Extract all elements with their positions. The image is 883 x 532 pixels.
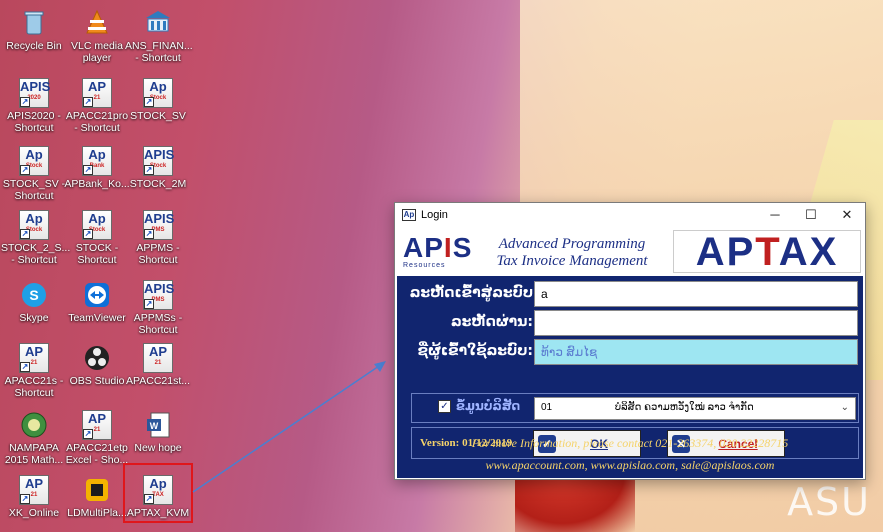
username-label: ລະຫັດເຂົ້າສູ່ລະບົບ	[409, 285, 533, 301]
password-label: ລະຫັດຜ່ານ:	[451, 314, 533, 330]
username-row: ລະຫັດເຂົ້າສູ່ລະບົບ a	[397, 281, 863, 307]
tagline-line2: Tax Invoice Management	[496, 253, 648, 269]
database-checkbox[interactable]: ✓	[438, 400, 451, 413]
dialog-header: APIS Resources Advanced Programming Tax …	[397, 228, 863, 276]
header-tagline: Advanced Programming Tax Invoice Managem…	[492, 236, 652, 270]
title-bar: Ap Login ─ ☐ ✕	[395, 203, 865, 227]
database-group: ✓ ຂໍ້ມູນບໍລິສັດ 01 ບໍລິສັດ ຄວາມຫວັງໃໝ່ ລ…	[411, 393, 859, 423]
app-icon: Ap	[402, 209, 416, 221]
company-code: 01	[541, 402, 553, 413]
logo-text: APIS	[403, 232, 473, 263]
website-info: www.apaccount.com, www.apislao.com, sale…	[485, 458, 775, 472]
company-select[interactable]: 01 ບໍລິສັດ ຄວາມຫວັງໃໝ່ ລາວ ຈໍາກັດ ⌄	[534, 397, 856, 420]
minimize-button[interactable]: ─	[757, 203, 793, 227]
tagline-line1: Advanced Programming	[498, 236, 646, 252]
window-title: Login	[421, 209, 448, 221]
company-name: ບໍລິສັດ ຄວາມຫວັງໃໝ່ ລາວ ຈໍາກັດ	[614, 402, 754, 413]
close-button[interactable]: ✕	[829, 203, 865, 227]
database-label: ຂໍ້ມູນບໍລິສັດ	[456, 399, 521, 413]
contact-info: For more Information, please contact 021…	[471, 436, 789, 450]
maximize-button[interactable]: ☐	[793, 203, 829, 227]
logo-subtext: Resources	[403, 262, 446, 269]
chevron-down-icon: ⌄	[840, 402, 849, 413]
apis-logo: APIS Resources	[403, 234, 479, 272]
fullname-label: ຊື່ຜູ້ເຂົ້າໃຊ້ລະບົບ:	[417, 343, 533, 359]
password-row: ລະຫັດຜ່ານ:	[397, 310, 863, 336]
password-input[interactable]	[534, 310, 858, 336]
fullname-field: ທ້າວ ສົມໄຊ	[534, 339, 858, 365]
aptax-logo: APTAX	[673, 230, 861, 273]
dialog-body: APIS Resources Advanced Programming Tax …	[397, 228, 863, 478]
username-input[interactable]: a	[534, 281, 858, 307]
login-window: Ap Login ─ ☐ ✕ APIS Resources Advanced P…	[394, 202, 866, 480]
fullname-row: ຊື່ຜູ້ເຂົ້າໃຊ້ລະບົບ: ທ້າວ ສົມໄຊ	[397, 339, 863, 365]
